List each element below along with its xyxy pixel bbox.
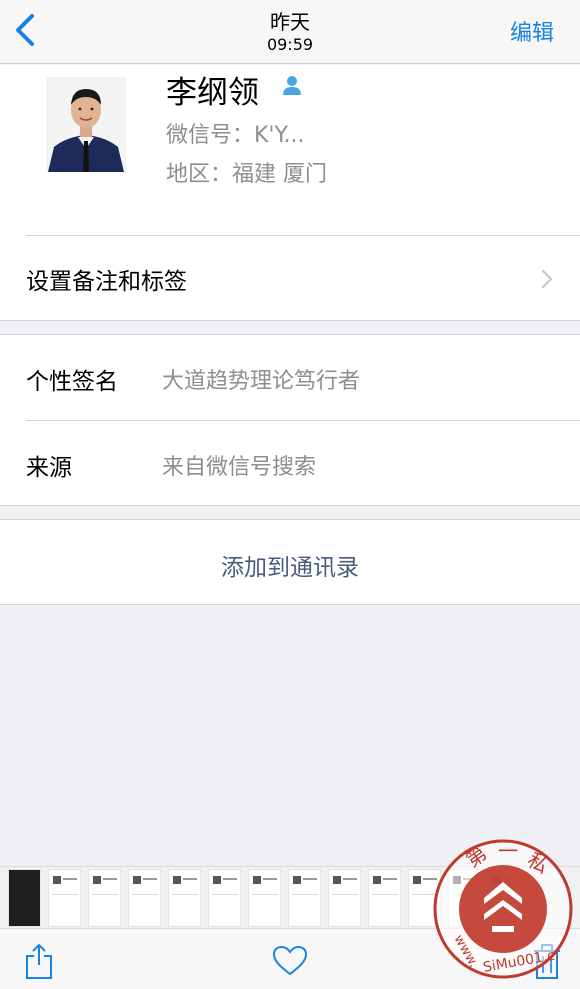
signature-value: 大道趋势理论笃行者	[162, 369, 361, 394]
thumbnail-avatar	[253, 876, 261, 884]
chevron-right-icon	[541, 269, 553, 289]
nav-title: 昨天	[270, 10, 310, 34]
thumbnail[interactable]	[368, 869, 401, 927]
thumbnail-divider	[172, 894, 198, 895]
signature-label: 个性签名	[26, 369, 118, 395]
source-row: 来源 来自微信号搜索	[0, 421, 580, 507]
thumbnail-divider	[372, 894, 398, 895]
navigation-bar: 昨天 09:59 编辑	[0, 0, 580, 64]
source-value: 来自微信号搜索	[162, 455, 317, 480]
thumbnail-line	[383, 878, 397, 880]
thumbnail-avatar	[173, 876, 181, 884]
thumbnail[interactable]	[168, 869, 201, 927]
thumbnail-divider	[212, 894, 238, 895]
thumbnail[interactable]	[288, 869, 321, 927]
thumbnail[interactable]	[328, 869, 361, 927]
thumbnail-avatar	[133, 876, 141, 884]
wechat-id: 微信号：K'Y...	[166, 123, 305, 148]
nav-subtitle: 09:59	[266, 35, 314, 54]
thumbnail-divider	[132, 894, 158, 895]
thumbnail-line	[103, 878, 117, 880]
thumbnail-avatar	[53, 876, 61, 884]
share-icon[interactable]	[24, 941, 54, 981]
thumbnail[interactable]	[8, 869, 41, 927]
contact-name: 李纲领	[166, 75, 259, 111]
person-icon	[283, 76, 301, 95]
edit-button[interactable]: 编辑	[510, 15, 554, 47]
thumbnail-divider	[252, 894, 278, 895]
remark-and-tags-row[interactable]: 设置备注和标签	[0, 236, 580, 321]
watermark-seal: 第 一 私 www. SiMu001.c	[433, 839, 573, 979]
thumbnail-divider	[52, 894, 78, 895]
remark-label: 设置备注和标签	[26, 269, 187, 295]
thumbnail-line	[303, 878, 317, 880]
svg-text:一: 一	[498, 839, 518, 863]
thumbnail-divider	[92, 894, 118, 895]
signature-row: 个性签名 大道趋势理论笃行者	[0, 335, 580, 421]
thumbnail-line	[263, 878, 277, 880]
thumbnail-line	[223, 878, 237, 880]
heart-icon[interactable]	[272, 945, 308, 977]
thumbnail-avatar	[93, 876, 101, 884]
thumbnail[interactable]	[48, 869, 81, 927]
avatar[interactable]	[46, 77, 126, 172]
thumbnail-line	[183, 878, 197, 880]
thumbnail-line	[143, 878, 157, 880]
info-section: 个性签名 大道趋势理论笃行者 来源 来自微信号搜索	[0, 334, 580, 506]
thumbnail[interactable]	[128, 869, 161, 927]
thumbnail-divider	[332, 894, 358, 895]
thumbnail-avatar	[413, 876, 421, 884]
thumbnail-avatar	[293, 876, 301, 884]
thumbnail-avatar	[333, 876, 341, 884]
thumbnail-divider	[292, 894, 318, 895]
thumbnail-line	[343, 878, 357, 880]
add-to-contacts-label: 添加到通讯录	[221, 555, 359, 581]
thumbnail-line	[63, 878, 77, 880]
add-to-contacts-button[interactable]: 添加到通讯录	[0, 519, 580, 605]
region: 地区：福建 厦门	[166, 162, 327, 187]
thumbnail-avatar	[213, 876, 221, 884]
thumbnail[interactable]	[208, 869, 241, 927]
thumbnail-avatar	[373, 876, 381, 884]
profile-card: 李纲领 微信号：K'Y... 地区：福建 厦门 设置备注和标签	[0, 65, 580, 321]
thumbnail[interactable]	[88, 869, 121, 927]
source-label: 来源	[26, 455, 72, 481]
thumbnail[interactable]	[248, 869, 281, 927]
